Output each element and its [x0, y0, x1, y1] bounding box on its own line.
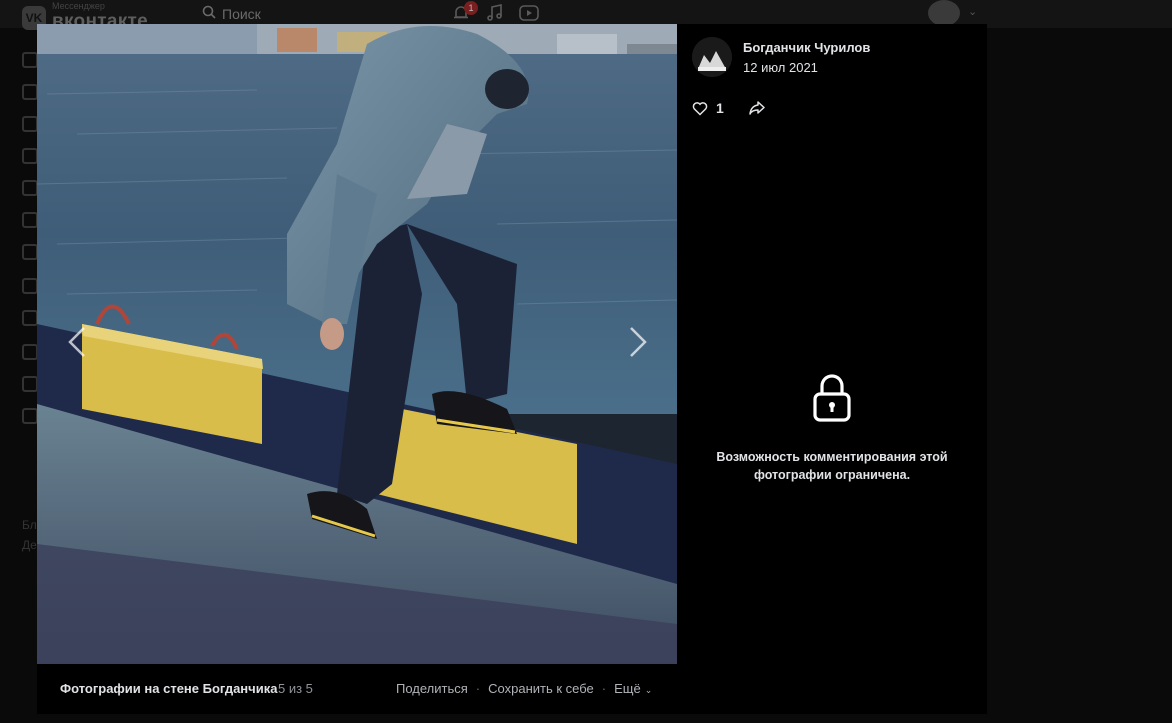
previous-photo-button[interactable]: [58, 322, 98, 362]
search-placeholder: Поиск: [222, 5, 261, 22]
photo-info-panel: Богданчик Чурилов 12 июл 2021 1 Возможно…: [677, 24, 987, 714]
separator-dot: ·: [475, 681, 481, 696]
video-icon[interactable]: [518, 3, 540, 25]
comments-restricted-message: Возможность комментирования этой фотогра…: [716, 450, 948, 482]
chevron-down-icon: ⌄: [644, 685, 653, 695]
profile-avatar[interactable]: [928, 0, 960, 26]
bell-icon[interactable]: 1: [450, 1, 478, 25]
heart-icon: [692, 101, 708, 116]
chevron-right-icon: [630, 327, 647, 357]
chevron-left-icon: [68, 327, 85, 357]
next-photo-button[interactable]: [617, 322, 657, 362]
background-sidebar: [22, 52, 38, 440]
logo-subtext: Мессенджер: [52, 1, 105, 11]
separator-dot: ·: [601, 681, 607, 696]
notifications-badge: 1: [464, 1, 478, 15]
author-avatar[interactable]: [692, 37, 732, 77]
like-button[interactable]: 1: [692, 100, 724, 116]
sidebar-fragment: Де: [22, 538, 37, 552]
photo-date: 12 июл 2021: [743, 60, 818, 75]
like-count: 1: [716, 100, 724, 116]
more-label: Ещё: [614, 681, 641, 696]
more-menu-button[interactable]: Ещё ⌄: [614, 681, 652, 696]
search-field[interactable]: Поиск: [202, 5, 261, 22]
sidebar-fragment: Бл: [22, 518, 37, 532]
photo-image[interactable]: [37, 24, 677, 664]
share-button[interactable]: [748, 100, 766, 121]
search-icon: [202, 5, 216, 22]
album-title-link[interactable]: Фотографии на стене Богданчика: [60, 681, 277, 696]
share-icon: [749, 101, 765, 115]
music-icon[interactable]: [484, 3, 506, 25]
chevron-down-icon[interactable]: ⌄: [968, 5, 977, 18]
author-name-link[interactable]: Богданчик Чурилов: [743, 40, 870, 55]
lock-icon: [677, 372, 987, 429]
photo-counter: 5 из 5: [278, 681, 313, 696]
save-to-self-link[interactable]: Сохранить к себе: [488, 681, 594, 696]
share-link[interactable]: Поделиться: [396, 681, 468, 696]
photo-bottom-bar: Фотографии на стене Богданчика 5 из 5 По…: [37, 664, 677, 714]
